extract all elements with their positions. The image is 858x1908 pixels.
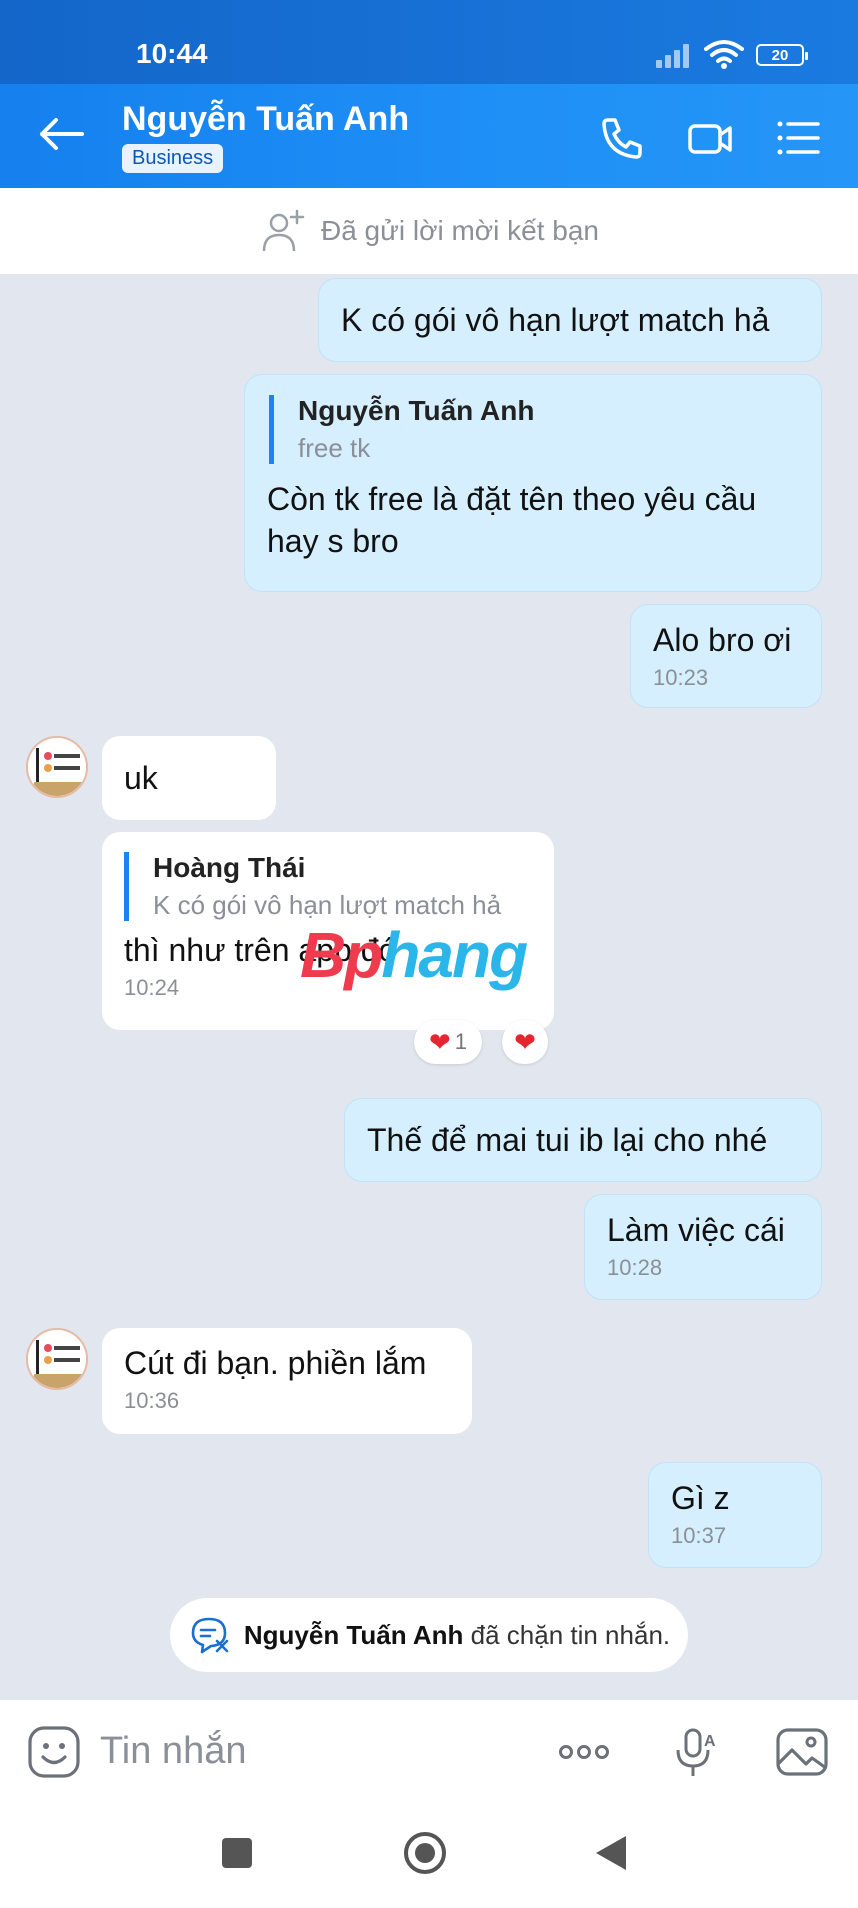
watermark: Bphang — [300, 919, 528, 991]
message-input-bar: Tin nhắn A — [0, 1700, 858, 1804]
add-friend-icon — [262, 209, 305, 252]
message-bubble[interactable]: Gì z 10:37 — [648, 1462, 822, 1568]
app-header: 10:44 20 Nguyễn Tuấn Anh Business — [0, 0, 858, 188]
message-bubble[interactable]: uk — [102, 736, 276, 820]
message-bubble[interactable]: Nguyễn Tuấn Anh free tk Còn tk free là đ… — [244, 374, 822, 592]
message-bubble[interactable]: Làm việc cái 10:28 — [584, 1194, 822, 1300]
recents-button[interactable] — [222, 1838, 252, 1868]
message-blocked-icon — [191, 1617, 229, 1654]
message-time: 10:36 — [124, 1388, 180, 1413]
battery-icon: 20 — [756, 44, 808, 66]
blocked-notice: Nguyễn Tuấn Anh đã chặn tin nhắn. — [170, 1598, 688, 1672]
home-button[interactable] — [402, 1830, 448, 1876]
message-text: Thế để mai tui ib lại cho nhé — [367, 1122, 768, 1158]
signal-icon — [656, 42, 696, 68]
message-text: Làm việc cái — [607, 1212, 785, 1248]
status-bar: 10:44 20 — [0, 0, 858, 84]
quote-text: K có gói vô hạn lượt match hả — [153, 890, 502, 920]
quote-author: Hoàng Thái — [153, 852, 306, 883]
system-nav-bar — [0, 1804, 858, 1908]
heart-icon: ❤ — [514, 1027, 536, 1057]
message-text: Cút đi bạn. phiền lắm — [124, 1345, 427, 1381]
video-call-icon[interactable] — [686, 114, 734, 162]
reaction-count: 1 — [454, 1029, 468, 1054]
svg-text:A: A — [704, 1733, 716, 1750]
message-bubble[interactable]: K có gói vô hạn lượt match hả — [318, 278, 822, 362]
quoted-message[interactable]: Hoàng Thái K có gói vô hạn lượt match hả — [124, 852, 532, 921]
quoted-message[interactable]: Nguyễn Tuấn Anh free tk — [269, 395, 799, 464]
reaction-summary[interactable]: ❤ 1 — [414, 1020, 482, 1064]
message-time: 10:23 — [653, 665, 709, 690]
message-time: 10:37 — [671, 1523, 727, 1548]
business-badge: Business — [122, 144, 224, 173]
message-text: K có gói vô hạn lượt match hả — [341, 302, 770, 338]
message-bubble[interactable]: Alo bro ơi 10:23 — [630, 604, 822, 708]
heart-icon: ❤ — [428, 1027, 451, 1057]
message-text: Alo bro ơi — [653, 622, 792, 658]
contact-avatar[interactable] — [26, 736, 88, 798]
friend-request-text: Đã gửi lời mời kết bạn — [320, 215, 599, 246]
more-options-icon[interactable] — [556, 1724, 612, 1780]
message-text: uk — [124, 760, 158, 796]
menu-list-icon[interactable] — [774, 114, 822, 162]
quote-text: free tk — [298, 433, 371, 463]
voice-to-text-icon[interactable]: A — [668, 1724, 724, 1780]
message-text: Gì z — [671, 1480, 730, 1516]
message-bubble[interactable]: Thế để mai tui ib lại cho nhé — [344, 1098, 822, 1182]
react-button[interactable]: ❤ — [502, 1020, 548, 1064]
back-arrow-icon[interactable] — [36, 114, 86, 154]
message-input[interactable]: Tin nhắn — [100, 1730, 246, 1773]
contact-avatar[interactable] — [26, 1328, 88, 1390]
back-button[interactable] — [594, 1834, 628, 1872]
phone-icon[interactable] — [598, 114, 646, 162]
image-gallery-icon[interactable] — [774, 1724, 830, 1780]
blocked-text: Nguyễn Tuấn Anh đã chặn tin nhắn. — [243, 1619, 671, 1650]
friend-request-banner: Đã gửi lời mời kết bạn — [0, 188, 858, 274]
message-time: 10:28 — [607, 1255, 663, 1280]
quote-author: Nguyễn Tuấn Anh — [298, 395, 535, 426]
message-text: Còn tk free là đặt tên theo yêu cầu hay … — [267, 481, 757, 559]
emoji-sticker-icon[interactable] — [26, 1724, 82, 1780]
status-time: 10:44 — [136, 38, 208, 69]
contact-name[interactable]: Nguyễn Tuấn Anh — [122, 100, 409, 139]
message-bubble[interactable]: Cút đi bạn. phiền lắm 10:36 — [102, 1328, 472, 1434]
wifi-icon — [704, 40, 744, 69]
